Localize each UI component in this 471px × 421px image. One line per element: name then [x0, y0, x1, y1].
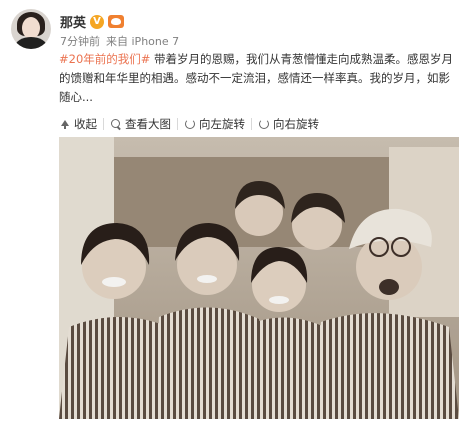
- user-avatar[interactable]: [11, 9, 51, 49]
- post-time[interactable]: 7分钟前: [60, 33, 100, 49]
- collapse-label: 收起: [74, 117, 97, 131]
- rotate-left-label: 向左旋转: [199, 117, 245, 131]
- post-text: #20年前的我们# 带着岁月的恩赐，我们从青葱懵懂走向成熟温柔。感恩岁月的馈赠和…: [59, 50, 459, 107]
- post-author: 那英 V: [60, 12, 125, 31]
- post-source: 来自 iPhone 7: [106, 33, 179, 49]
- toolbar-divider: [251, 118, 252, 130]
- source-device[interactable]: iPhone 7: [132, 35, 180, 48]
- rotate-left-icon: [184, 118, 196, 130]
- group-photo: [59, 137, 459, 419]
- collapse-button[interactable]: 收起: [59, 116, 97, 132]
- rotate-right-icon: [258, 118, 270, 130]
- magnify-icon: [110, 118, 122, 130]
- toolbar-divider: [177, 118, 178, 130]
- view-large-button[interactable]: 查看大图: [110, 116, 171, 132]
- vip-crown-icon[interactable]: [108, 15, 125, 28]
- view-large-label: 查看大图: [125, 117, 171, 131]
- rotate-left-button[interactable]: 向左旋转: [184, 116, 245, 132]
- collapse-up-icon: [59, 118, 71, 130]
- weibo-post: 那英 V 7分钟前 来自 iPhone 7 #20年前的我们# 带着岁月的恩赐，…: [0, 0, 471, 421]
- rotate-right-button[interactable]: 向右旋转: [258, 116, 319, 132]
- image-toolbar: 收起 查看大图 向左旋转 向右旋转: [59, 114, 319, 134]
- post-meta: 7分钟前 来自 iPhone 7: [60, 33, 179, 49]
- toolbar-divider: [103, 118, 104, 130]
- verified-v-icon: V: [90, 14, 105, 29]
- author-name[interactable]: 那英: [60, 12, 86, 31]
- source-prefix: 来自: [106, 35, 128, 48]
- post-photo[interactable]: [59, 137, 459, 419]
- hashtag-link[interactable]: #20年前的我们#: [59, 52, 150, 66]
- rotate-right-label: 向右旋转: [273, 117, 319, 131]
